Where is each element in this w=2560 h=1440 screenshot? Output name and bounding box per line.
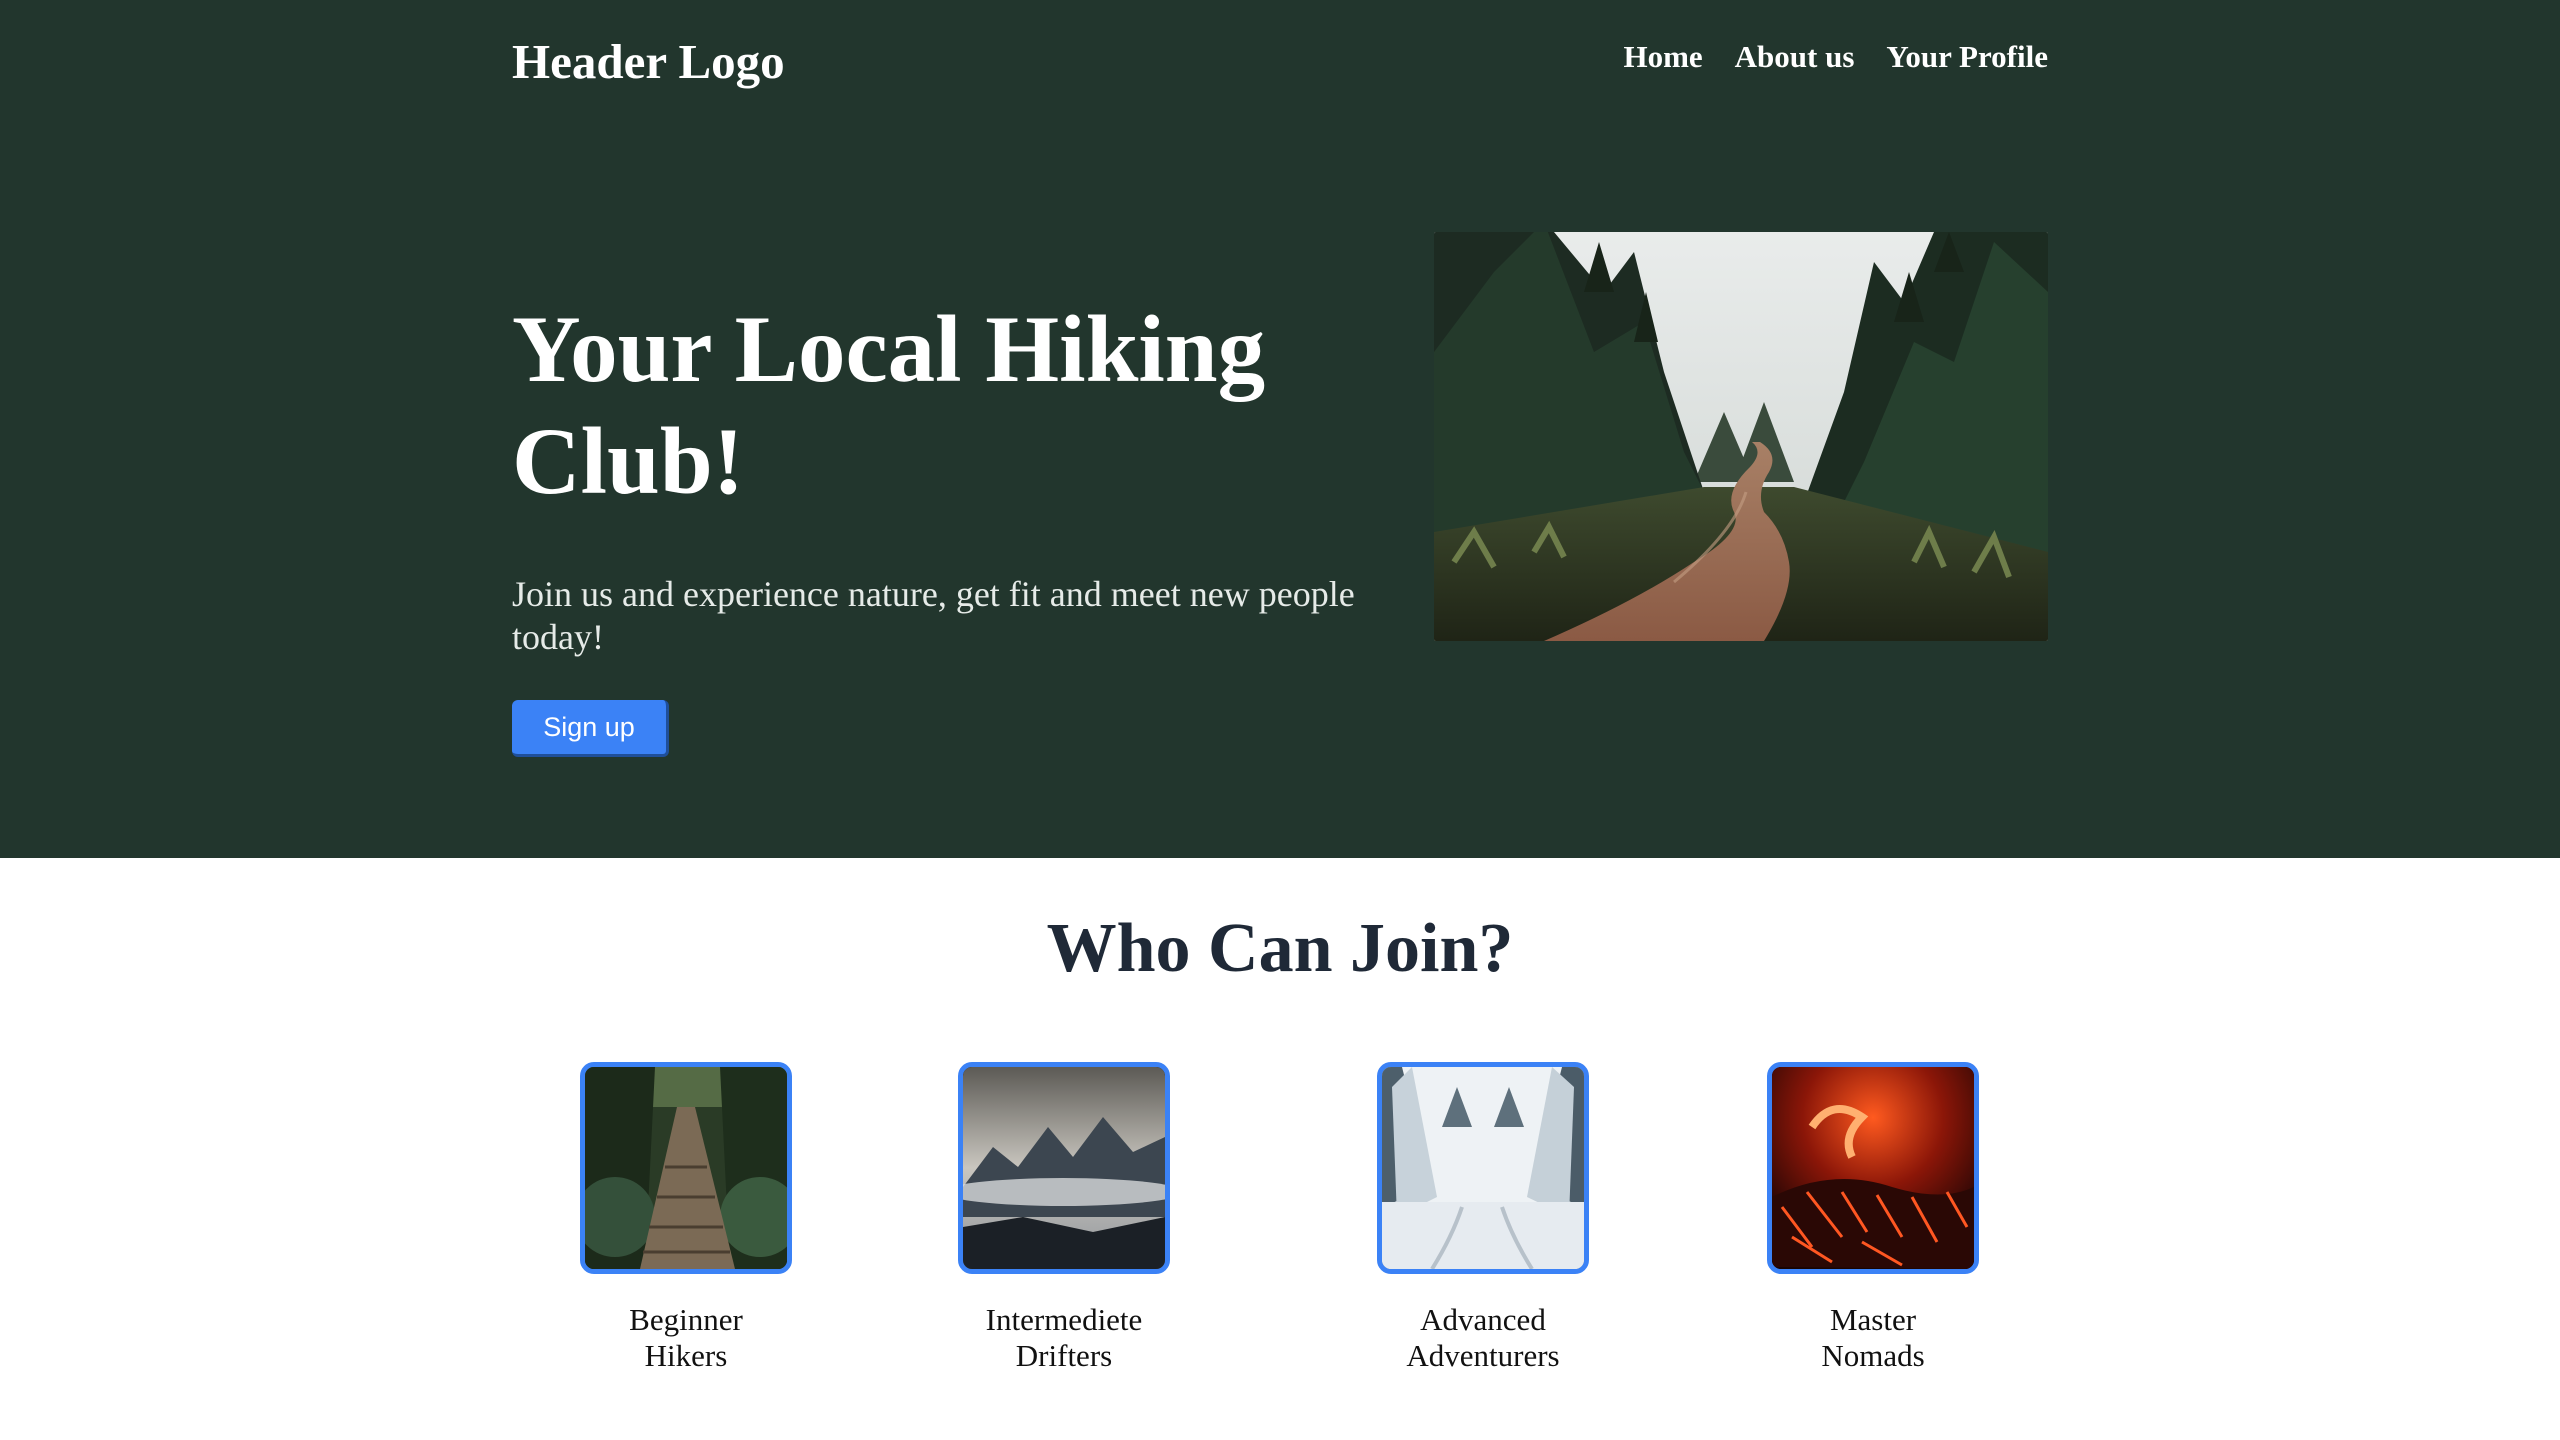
hero-section: Header Logo Home About us Your Profile Y…: [0, 0, 2560, 858]
tile-intermediete-drifters[interactable]: Intermediete Drifters: [884, 1062, 1244, 1374]
snowy-forest-road-photo[interactable]: [1377, 1062, 1589, 1274]
tile-beginner-hikers[interactable]: Beginner Hikers: [506, 1062, 866, 1374]
join-section-title: Who Can Join?: [1046, 910, 1514, 987]
lava-flow-photo[interactable]: [1767, 1062, 1979, 1274]
tile-label: Advanced Adventurers: [1406, 1302, 1560, 1373]
cloudy-mountains-photo[interactable]: [958, 1062, 1170, 1274]
tile-label: Master Nomads: [1821, 1302, 1925, 1373]
signup-button[interactable]: Sign up: [512, 700, 669, 757]
main-nav: Home About us Your Profile: [1623, 30, 2048, 84]
tile-label: Beginner Hikers: [629, 1302, 743, 1373]
hero-subtitle: Join us and experience nature, get fit a…: [512, 574, 1355, 657]
forest-boardwalk-photo[interactable]: [580, 1062, 792, 1274]
forest-road-photo: [1434, 232, 2048, 641]
tile-advanced-adventurers[interactable]: Advanced Adventurers: [1303, 1062, 1663, 1374]
nav-home[interactable]: Home: [1623, 30, 1702, 84]
tile-label: Intermediete Drifters: [985, 1302, 1143, 1373]
tile-master-nomads[interactable]: Master Nomads: [1693, 1062, 2053, 1374]
nav-your-profile[interactable]: Your Profile: [1886, 30, 2048, 84]
header-logo[interactable]: Header Logo: [512, 32, 785, 92]
nav-about-us[interactable]: About us: [1735, 30, 1855, 84]
hero-title: Your Local Hiking Club!: [512, 296, 1266, 514]
